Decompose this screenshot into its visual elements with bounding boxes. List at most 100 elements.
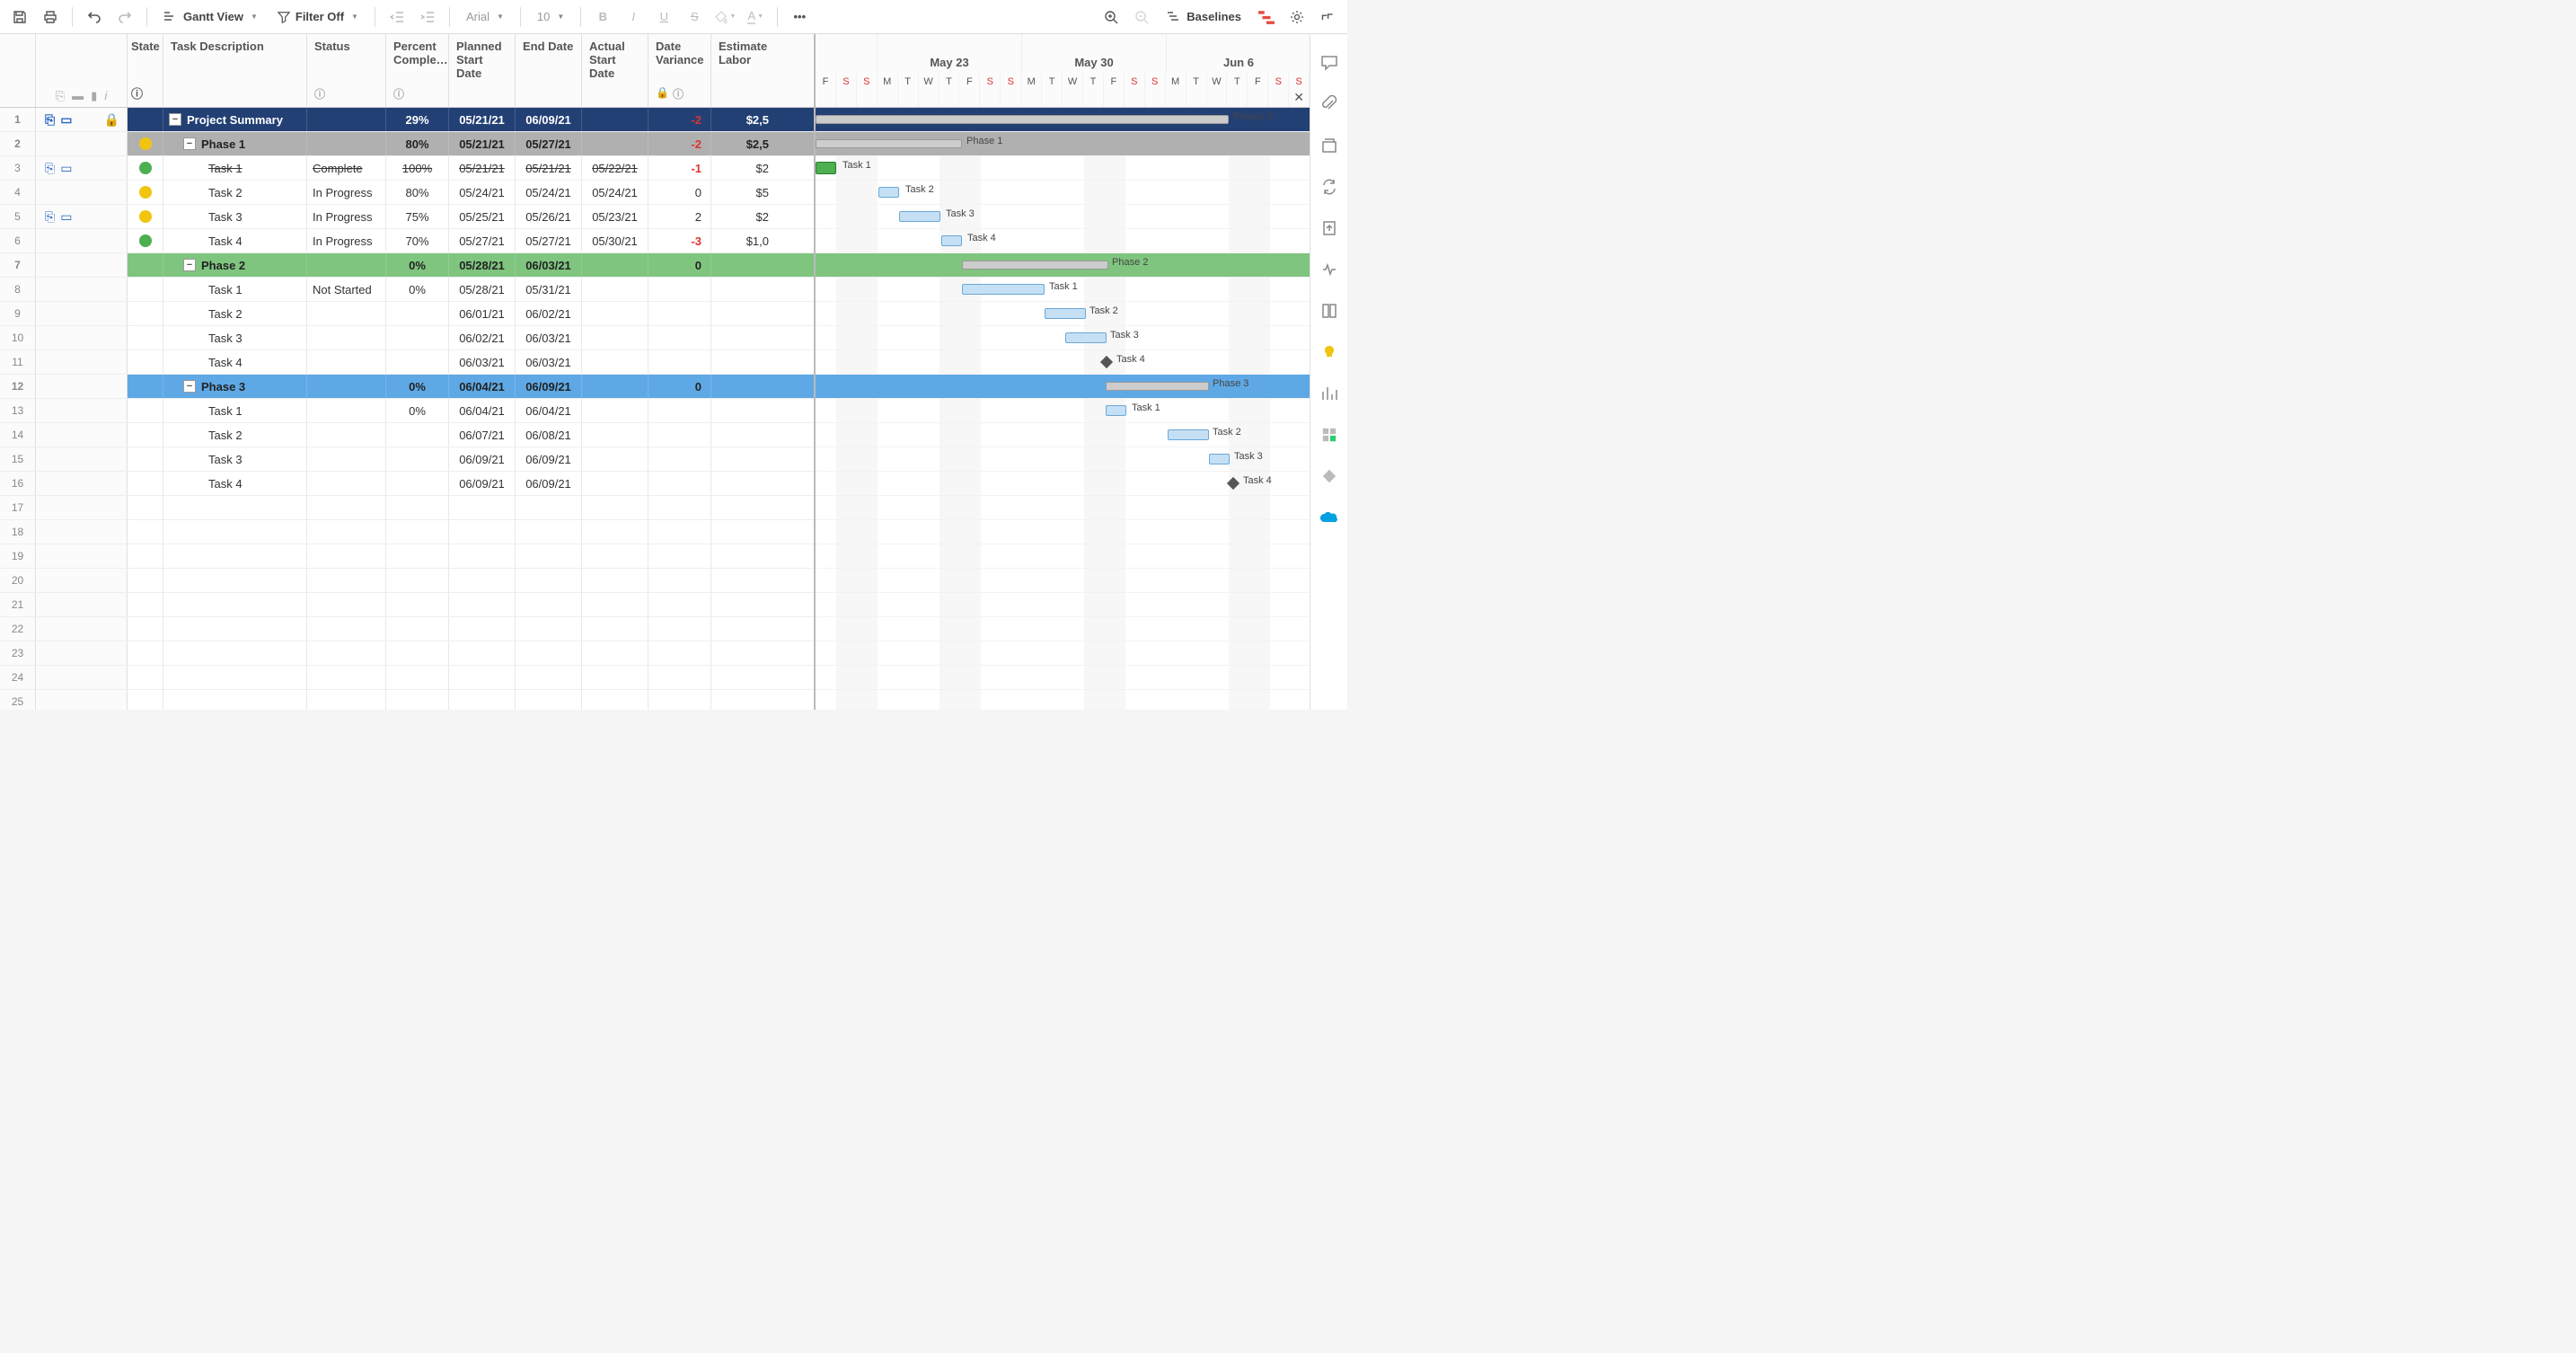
grid-row[interactable]: 11Task 406/03/2106/03/21 [0,350,814,375]
fill-color-button[interactable]: ▼ [712,4,737,30]
grid-row[interactable]: 10Task 306/02/2106/03/21 [0,326,814,350]
gantt-bar[interactable] [1209,454,1230,464]
gantt-bar[interactable] [1106,405,1126,416]
strikethrough-button[interactable]: S [682,4,707,30]
gantt-row[interactable] [816,496,1310,520]
filter-selector[interactable]: Filter Off ▼ [270,4,366,30]
gantt-row[interactable]: Phase 2 [816,253,1310,278]
gantt-row[interactable] [816,641,1310,666]
gantt-bar[interactable] [1065,332,1107,343]
grid-row[interactable]: 17 [0,496,814,520]
resource-mgmt-button[interactable] [1319,424,1340,446]
more-button[interactable]: ••• [787,4,812,30]
grid-row[interactable]: 4Task 2In Progress80%05/24/2105/24/2105/… [0,181,814,205]
grid-row[interactable]: 23 [0,641,814,666]
bold-button[interactable]: B [590,4,615,30]
underline-button[interactable]: U [651,4,676,30]
grid-row[interactable]: 12−Phase 30%06/04/2106/09/210 [0,375,814,399]
settings-button[interactable] [1284,4,1310,30]
grid-row[interactable]: 22 [0,617,814,641]
collapse-toggle[interactable]: − [183,380,196,393]
col-planned-start[interactable]: Planned Start Date [456,40,507,80]
gantt-bar[interactable] [962,284,1045,295]
comment-icon[interactable]: ▭ [60,112,72,128]
gantt-row[interactable]: Phase 3 [816,375,1310,399]
grid-row[interactable]: 1⎘▭🔒−Project Summary29%05/21/2106/09/21-… [0,108,814,132]
undo-button[interactable] [82,4,107,30]
reports-button[interactable] [1319,383,1340,404]
grid-row[interactable]: 8Task 1Not Started0%05/28/2105/31/21 [0,278,814,302]
gantt-row[interactable]: Phase 1 [816,132,1310,156]
collapse-toggle[interactable]: − [169,113,181,126]
comment-icon[interactable]: ▭ [60,161,72,176]
gantt-row[interactable]: Task 4 [816,472,1310,496]
grid-row[interactable]: 15Task 306/09/2106/09/21 [0,447,814,472]
gantt-row[interactable]: Task 3 [816,447,1310,472]
salesforce-button[interactable] [1319,507,1340,528]
grid-row[interactable]: 21 [0,593,814,617]
critical-path-button[interactable] [1254,4,1279,30]
attachments-button[interactable] [1319,93,1340,115]
font-selector[interactable]: Arial▼ [459,4,511,30]
gantt-bar[interactable] [878,187,899,198]
col-percent[interactable]: Percent Comple… [393,40,441,66]
gantt-row[interactable] [816,593,1310,617]
gantt-row[interactable]: Task 2 [816,423,1310,447]
print-button[interactable] [38,4,63,30]
gantt-row[interactable]: Task 2 [816,302,1310,326]
comment-icon[interactable]: ▭ [60,209,72,225]
gantt-bar[interactable] [1168,429,1209,440]
attachment-icon[interactable]: ⎘ [45,112,55,128]
brandfolder-button[interactable] [1319,341,1340,363]
gantt-bar[interactable] [1045,308,1086,319]
italic-button[interactable]: I [621,4,646,30]
summary-button[interactable] [1319,300,1340,322]
collapse-toggle[interactable]: − [183,137,196,150]
zoom-in-button[interactable] [1098,4,1124,30]
grid-row[interactable]: 9Task 206/01/2106/02/21 [0,302,814,326]
grid-row[interactable]: 5⎘▭Task 3In Progress75%05/25/2105/26/210… [0,205,814,229]
font-size-selector[interactable]: 10▼ [530,4,571,30]
col-state[interactable]: State [131,40,159,53]
grid-body[interactable]: 1⎘▭🔒−Project Summary29%05/21/2106/09/21-… [0,108,814,710]
grid-row[interactable]: 6Task 4In Progress70%05/27/2105/27/2105/… [0,229,814,253]
grid-row[interactable]: 3⎘▭Task 1Complete100%05/21/2105/21/2105/… [0,156,814,181]
activity-log-button[interactable] [1319,259,1340,280]
col-est-labor[interactable]: Estimated Labor [719,40,767,66]
gantt-row[interactable]: Task 1 [816,399,1310,423]
save-button[interactable] [7,4,32,30]
text-color-button[interactable]: A▼ [743,4,768,30]
zoom-out-button[interactable] [1129,4,1154,30]
proofs-button[interactable] [1319,135,1340,156]
gantt-body[interactable]: Project SPhase 1Task 1Task 2Task 3Task 4… [816,108,1310,710]
grid-row[interactable]: 13Task 10%06/04/2106/04/21 [0,399,814,423]
gantt-bar[interactable] [941,235,962,246]
gantt-row[interactable] [816,544,1310,569]
redo-button[interactable] [112,4,137,30]
gantt-row[interactable]: Task 3 [816,205,1310,229]
gantt-bar[interactable] [816,115,1229,124]
baselines-button[interactable]: Baselines [1160,4,1248,30]
grid-row[interactable]: 25 [0,690,814,710]
gantt-row[interactable] [816,690,1310,710]
col-status[interactable]: Status [314,40,378,53]
indent-button[interactable] [415,4,440,30]
gantt-row[interactable]: Task 2 [816,181,1310,205]
milestone[interactable] [1227,477,1239,490]
view-selector[interactable]: Gantt View ▼ [156,4,265,30]
gantt-row[interactable] [816,520,1310,544]
grid-row[interactable]: 20 [0,569,814,593]
gantt-row[interactable]: Project S [816,108,1310,132]
grid-row[interactable]: 14Task 206/07/2106/08/21 [0,423,814,447]
attachment-icon[interactable]: ⎘ [45,161,55,176]
col-date-variance[interactable]: Date Variance [656,40,703,66]
gantt-row[interactable]: Task 1 [816,278,1310,302]
grid-row[interactable]: 19 [0,544,814,569]
gantt-row[interactable] [816,617,1310,641]
gantt-row[interactable]: Task 3 [816,326,1310,350]
gantt-row[interactable]: Task 4 [816,229,1310,253]
dynamic-view-button[interactable] [1319,465,1340,487]
gantt-bar[interactable] [1106,382,1209,391]
collapse-button[interactable] [1315,4,1340,30]
update-requests-button[interactable] [1319,176,1340,198]
